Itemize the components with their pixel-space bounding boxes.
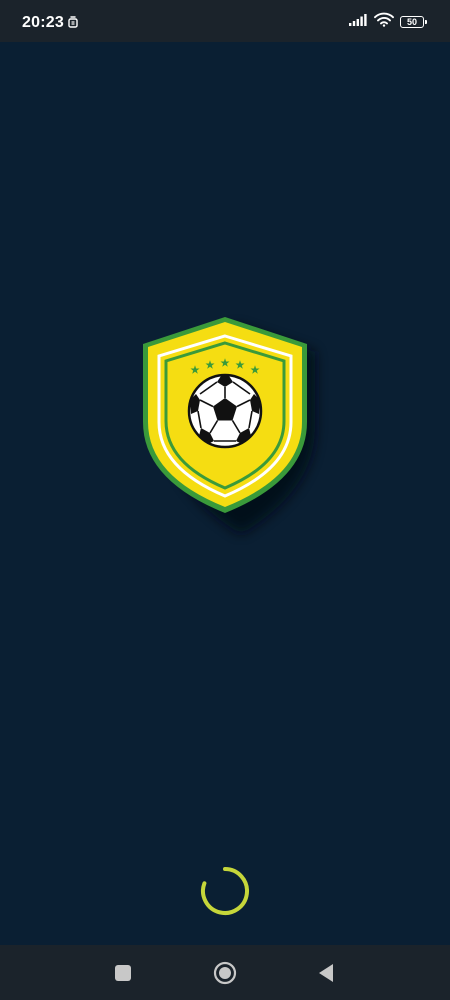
status-icons: 50: [348, 12, 427, 32]
navigation-bar: [0, 945, 450, 1000]
back-button[interactable]: [313, 960, 339, 986]
recents-icon: [115, 965, 131, 981]
home-icon: [213, 961, 237, 985]
soccer-ball-icon: [187, 373, 263, 449]
battery-level: 50: [406, 16, 417, 27]
status-bar: 20:23 50: [0, 0, 450, 42]
status-time: 20:23: [22, 14, 64, 31]
loading-spinner-icon: [199, 865, 251, 917]
back-icon: [319, 964, 333, 982]
home-button[interactable]: [212, 960, 238, 986]
recents-button[interactable]: [110, 960, 136, 986]
notification-icon: [68, 15, 78, 33]
soccer-shield-logo-icon: [135, 310, 330, 545]
wifi-icon: [374, 12, 394, 32]
signal-icon: [348, 13, 368, 32]
splash-screen: 20:23 50: [0, 0, 450, 1000]
battery-icon: 50: [400, 16, 427, 28]
